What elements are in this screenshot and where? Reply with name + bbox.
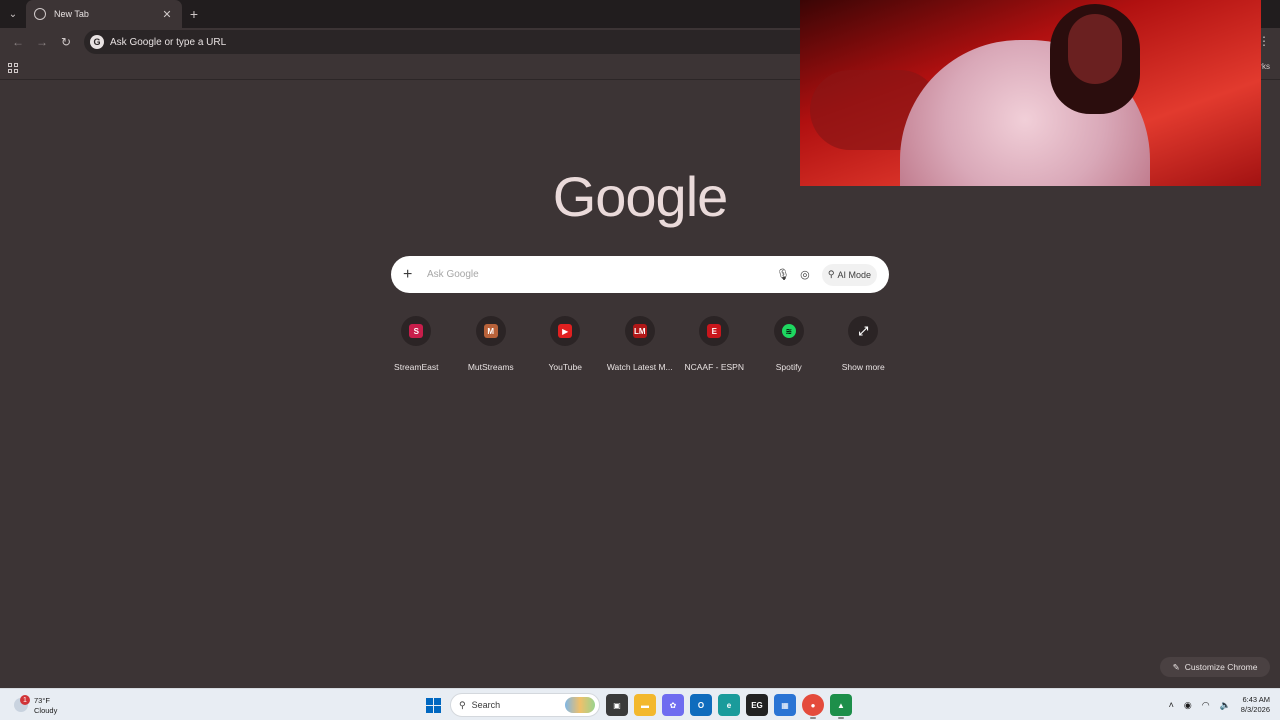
copilot-icon[interactable]: ✿ [662,694,684,716]
google-logo: Google [552,165,729,228]
shortcut-icon-circle: E [699,316,730,346]
address-bar-text: Ask Google or type a URL [110,36,227,48]
forward-button[interactable]: → [30,30,54,54]
shortcut-tile[interactable]: ▶ YouTube [528,314,603,378]
shortcut-label: StreamEast [394,362,439,372]
ai-mode-label: AI Mode [837,269,871,280]
notification-badge: 1 [20,695,30,705]
shortcut-favicon-icon: S [409,324,424,338]
webcam-person-face [1068,14,1122,84]
pencil-icon: ✎ [1172,661,1180,672]
chevron-up-icon[interactable]: ˄ [1169,700,1174,710]
google-g-icon: G [90,35,104,49]
tab-new-tab[interactable]: New Tab ✕ [26,0,182,28]
apps-grid-icon[interactable] [8,62,18,73]
shortcut-favicon-icon: ≋ [781,324,796,338]
shortcut-favicon-icon: ⤢ [858,323,869,338]
chevron-down-icon: ⌄ [8,8,18,20]
wifi-icon[interactable]: ◠ [1202,700,1210,711]
weather-widget[interactable]: 1 73°F Cloudy [10,693,80,717]
clock[interactable]: 6:43 AM 8/3/2026 [1241,695,1270,715]
shortcut-tile[interactable]: E NCAAF - ESPN [677,314,752,378]
shortcut-favicon-icon: E [707,324,722,338]
ai-search-icon: ⚲ [827,269,835,279]
reload-button[interactable]: ↻ [54,30,78,54]
customize-chrome-button[interactable]: ✎ Customize Chrome [1160,657,1270,677]
shortcut-label: Spotify [775,362,802,372]
shortcut-tile[interactable]: ⤢ Show more [826,314,901,378]
shortcut-icon-circle: ⤢ [848,316,879,346]
arrow-right-icon: → [36,35,48,49]
file-explorer-icon[interactable]: ▬ [634,694,656,716]
system-tray: ˄ ◉ ◠ 🔈 6:43 AM 8/3/2026 [1169,693,1270,717]
shortcut-tile[interactable]: S StreamEast [379,314,454,378]
clock-date: 8/3/2026 [1240,705,1270,714]
shortcut-label: Show more [841,362,885,372]
shortcut-tile[interactable]: LM Watch Latest M... [603,314,678,378]
network-status-icon[interactable]: ◉ [1184,700,1192,711]
search-highlight-image [565,697,595,713]
google-lens-icon[interactable]: ◎ [794,268,816,281]
shortcut-favicon-icon: ▶ [558,324,573,338]
shortcut-icon-circle: M [475,316,506,346]
shortcut-favicon-icon: LM [632,324,647,338]
shortcut-icon-circle: LM [624,316,655,346]
taskbar-search[interactable]: ⚲ Search [450,693,600,717]
taskbar-search-label: Search [471,700,501,710]
edge-icon[interactable]: e [718,694,740,716]
windows-taskbar: 1 73°F Cloudy ⚲ Search ▣ ▬ ✿ Oe EG ▦ ● ▲ ˄ ◉ ◠ … [0,688,1280,720]
shortcut-favicon-icon: M [483,324,498,338]
arrow-left-icon: ← [12,35,24,49]
shortcuts-row: S StreamEast M MutStreams ▶ YouTube LM Watch La… [379,314,901,378]
address-bar[interactable]: G Ask Google or type a URL [84,30,824,54]
shortcut-label: NCAAF - ESPN [684,362,744,372]
volume-icon[interactable]: 🔈 [1220,700,1231,711]
android-studio-icon[interactable]: ▲ [830,694,852,719]
shortcut-tile[interactable]: ≋ Spotify [752,314,827,378]
ai-mode-button[interactable]: ⚲ AI Mode [821,263,877,286]
outlook-icon[interactable]: O [690,694,712,716]
chrome-icon[interactable]: ● [802,694,824,719]
back-button[interactable]: ← [6,30,30,54]
store-icon[interactable]: ▦ [774,694,796,716]
taskbar-center: ⚲ Search ▣ ▬ ✿ Oe EG ▦ ● ▲ [422,692,852,719]
shortcut-label: Watch Latest M... [606,362,673,372]
close-icon[interactable]: ✕ [160,8,174,21]
task-view-icon[interactable]: ▣ [606,694,628,716]
tab-title: New Tab [54,9,89,19]
customize-chrome-label: Customize Chrome [1184,662,1258,672]
microphone-icon[interactable]: 🎙 [772,268,794,281]
clock-time: 6:43 AM [1242,695,1270,704]
shortcut-icon-circle: ▶ [550,316,581,346]
shortcut-icon-circle: ≋ [773,316,804,346]
shortcut-icon-circle: S [401,316,432,346]
shortcut-tile[interactable]: M MutStreams [454,314,529,378]
shortcut-label: MutStreams [467,362,514,372]
search-input[interactable] [427,269,772,280]
new-tab-favicon-icon [34,8,46,20]
weather-condition: Cloudy [34,706,58,715]
epic-games-icon[interactable]: EG [746,694,768,716]
search-box[interactable]: + 🎙 ◎ ⚲ AI Mode [391,256,889,293]
webcam-overlay [800,0,1261,186]
search-icon: ⚲ [459,699,466,710]
plus-icon: + [189,6,199,22]
new-tab-button[interactable]: + [182,0,206,28]
shortcut-label: YouTube [548,362,582,372]
tab-search-button[interactable]: ⌄ [0,0,26,28]
windows-start-icon[interactable] [422,694,444,716]
plus-icon[interactable]: + [403,266,417,284]
weather-temp: 73°F [34,696,50,705]
reload-icon: ↻ [60,35,72,49]
